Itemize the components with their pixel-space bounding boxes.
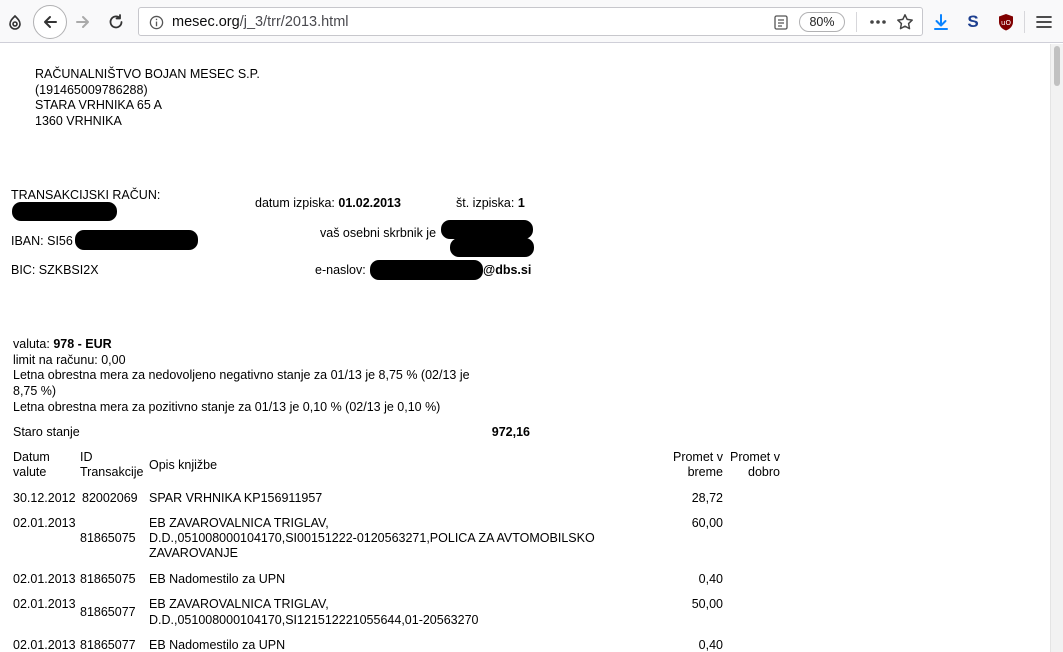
row-id: 82002069	[82, 491, 138, 505]
statement-date-value: 01.02.2013	[338, 196, 401, 210]
email-domain: @dbs.si	[483, 263, 532, 277]
downloads-icon[interactable]	[931, 12, 951, 32]
redacted-advisor-name-2	[450, 238, 534, 257]
header-credit-2: dobro	[748, 465, 780, 479]
site-info-icon[interactable]	[148, 14, 164, 30]
row-description-line-2: D.D.,051008000104170,SI121512221055644,0…	[149, 613, 479, 627]
vertical-scrollbar[interactable]	[1050, 44, 1063, 652]
row-description: EB Nadomestilo za UPN	[149, 572, 286, 586]
row-description: EB Nadomestilo za UPN	[149, 638, 286, 652]
company-tax-id: (191465009786288)	[35, 83, 148, 97]
extension-s-icon[interactable]: S	[963, 12, 983, 32]
redacted-advisor-name-1	[441, 220, 533, 239]
row-debit: 50,00	[691, 597, 723, 611]
account-limit: limit na računu: 0,00	[13, 353, 126, 367]
url-text[interactable]: mesec.org/j_3/trr/2013.html	[172, 14, 349, 30]
reader-view-icon[interactable]	[773, 14, 789, 30]
redacted-account-number	[12, 202, 117, 221]
currency-label: valuta:	[13, 337, 50, 351]
forward-button[interactable]	[73, 12, 93, 32]
advisor-label: vaš osebni skrbnik je	[320, 226, 437, 240]
row-description-line-1: EB ZAVAROVALNICA TRIGLAV,	[149, 597, 329, 611]
row-debit: 0,40	[698, 638, 723, 652]
scrollbar-thumb[interactable]	[1054, 46, 1060, 86]
row-description-line-2: D.D.,051008000104170,SI00151222-01205632…	[149, 531, 595, 545]
page-actions-icon[interactable]	[867, 13, 889, 31]
currency-line: valuta: 978 - EUR	[13, 337, 112, 352]
header-description: Opis knjižbe	[149, 458, 218, 472]
statement-number-label: št. izpiska:	[456, 196, 515, 210]
opening-balance-value: 972,16	[491, 425, 530, 439]
row-description-line-3: ZAVAROVANJE	[149, 546, 238, 560]
statement-number: št. izpiska: 1	[456, 196, 525, 211]
positive-rate: Letna obrestna mera za pozitivno stanje …	[13, 400, 441, 414]
url-bar[interactable]: mesec.org/j_3/trr/2013.html 80%	[138, 7, 923, 36]
statement-date-label: datum izpiska:	[255, 196, 335, 210]
email-label: e-naslov:	[315, 263, 366, 277]
statement-date: datum izpiska: 01.02.2013	[255, 196, 401, 211]
company-street: STARA VRHNIKA 65 A	[35, 98, 162, 112]
row-id: 81865075	[80, 531, 136, 545]
row-id: 81865075	[80, 572, 136, 586]
row-description: SPAR VRHNIKA KP156911957	[149, 491, 323, 505]
header-id-2: Transakcije	[80, 465, 144, 479]
negative-rate-line-2: 8,75 %)	[13, 384, 57, 398]
row-debit: 28,72	[691, 491, 723, 505]
company-name: RAČUNALNIŠTVO BOJAN MESEC S.P.	[35, 67, 260, 81]
browser-toolbar: mesec.org/j_3/trr/2013.html 80% S uO	[0, 0, 1063, 43]
row-debit: 60,00	[691, 516, 723, 530]
row-date: 30.12.2012	[13, 491, 76, 505]
arrow-right-icon	[76, 16, 89, 28]
back-button[interactable]	[33, 5, 67, 39]
zoom-level-badge[interactable]: 80%	[799, 12, 845, 32]
header-date-1: Datum	[13, 450, 50, 464]
row-date: 02.01.2013	[13, 572, 76, 586]
currency-value: 978 - EUR	[53, 337, 112, 351]
negative-rate-line-1: Letna obrestna mera za nedovoljeno negat…	[13, 368, 470, 382]
header-id-1: ID	[80, 450, 93, 464]
reload-button[interactable]	[106, 12, 126, 32]
arrow-left-icon	[44, 16, 57, 28]
redacted-email-user	[370, 260, 483, 280]
row-description-line-1: EB ZAVAROVALNICA TRIGLAV,	[149, 516, 329, 530]
row-debit: 0,40	[698, 572, 723, 586]
company-city: 1360 VRHNIKA	[35, 114, 122, 128]
ublock-shield-icon[interactable]: uO	[996, 12, 1016, 32]
redacted-iban	[75, 230, 198, 250]
iban-label: IBAN: SI56	[11, 234, 73, 248]
opening-balance-label: Staro stanje	[13, 425, 80, 439]
statement-number-value: 1	[517, 196, 525, 210]
row-date: 02.01.2013	[13, 597, 76, 611]
header-credit-1: Promet v	[729, 450, 780, 464]
svg-text:uO: uO	[1001, 19, 1011, 27]
row-id: 81865077	[80, 638, 136, 652]
row-date: 02.01.2013	[13, 638, 76, 652]
bic-label: BIC: SZKBSI2X	[11, 263, 99, 277]
header-date-2: valute	[13, 465, 47, 479]
hamburger-menu-icon[interactable]	[1034, 12, 1054, 32]
row-id: 81865077	[80, 605, 136, 619]
toolbar-divider	[1024, 11, 1025, 33]
urlbar-divider	[856, 12, 857, 32]
firefox-menu-icon[interactable]	[6, 13, 24, 31]
row-date: 02.01.2013	[13, 516, 76, 530]
bookmark-star-icon[interactable]	[895, 12, 915, 32]
reload-icon	[109, 14, 123, 29]
trr-label: TRANSAKCIJSKI RAČUN:	[11, 188, 161, 202]
page-content: RAČUNALNIŠTVO BOJAN MESEC S.P. (19146500…	[0, 44, 1050, 652]
